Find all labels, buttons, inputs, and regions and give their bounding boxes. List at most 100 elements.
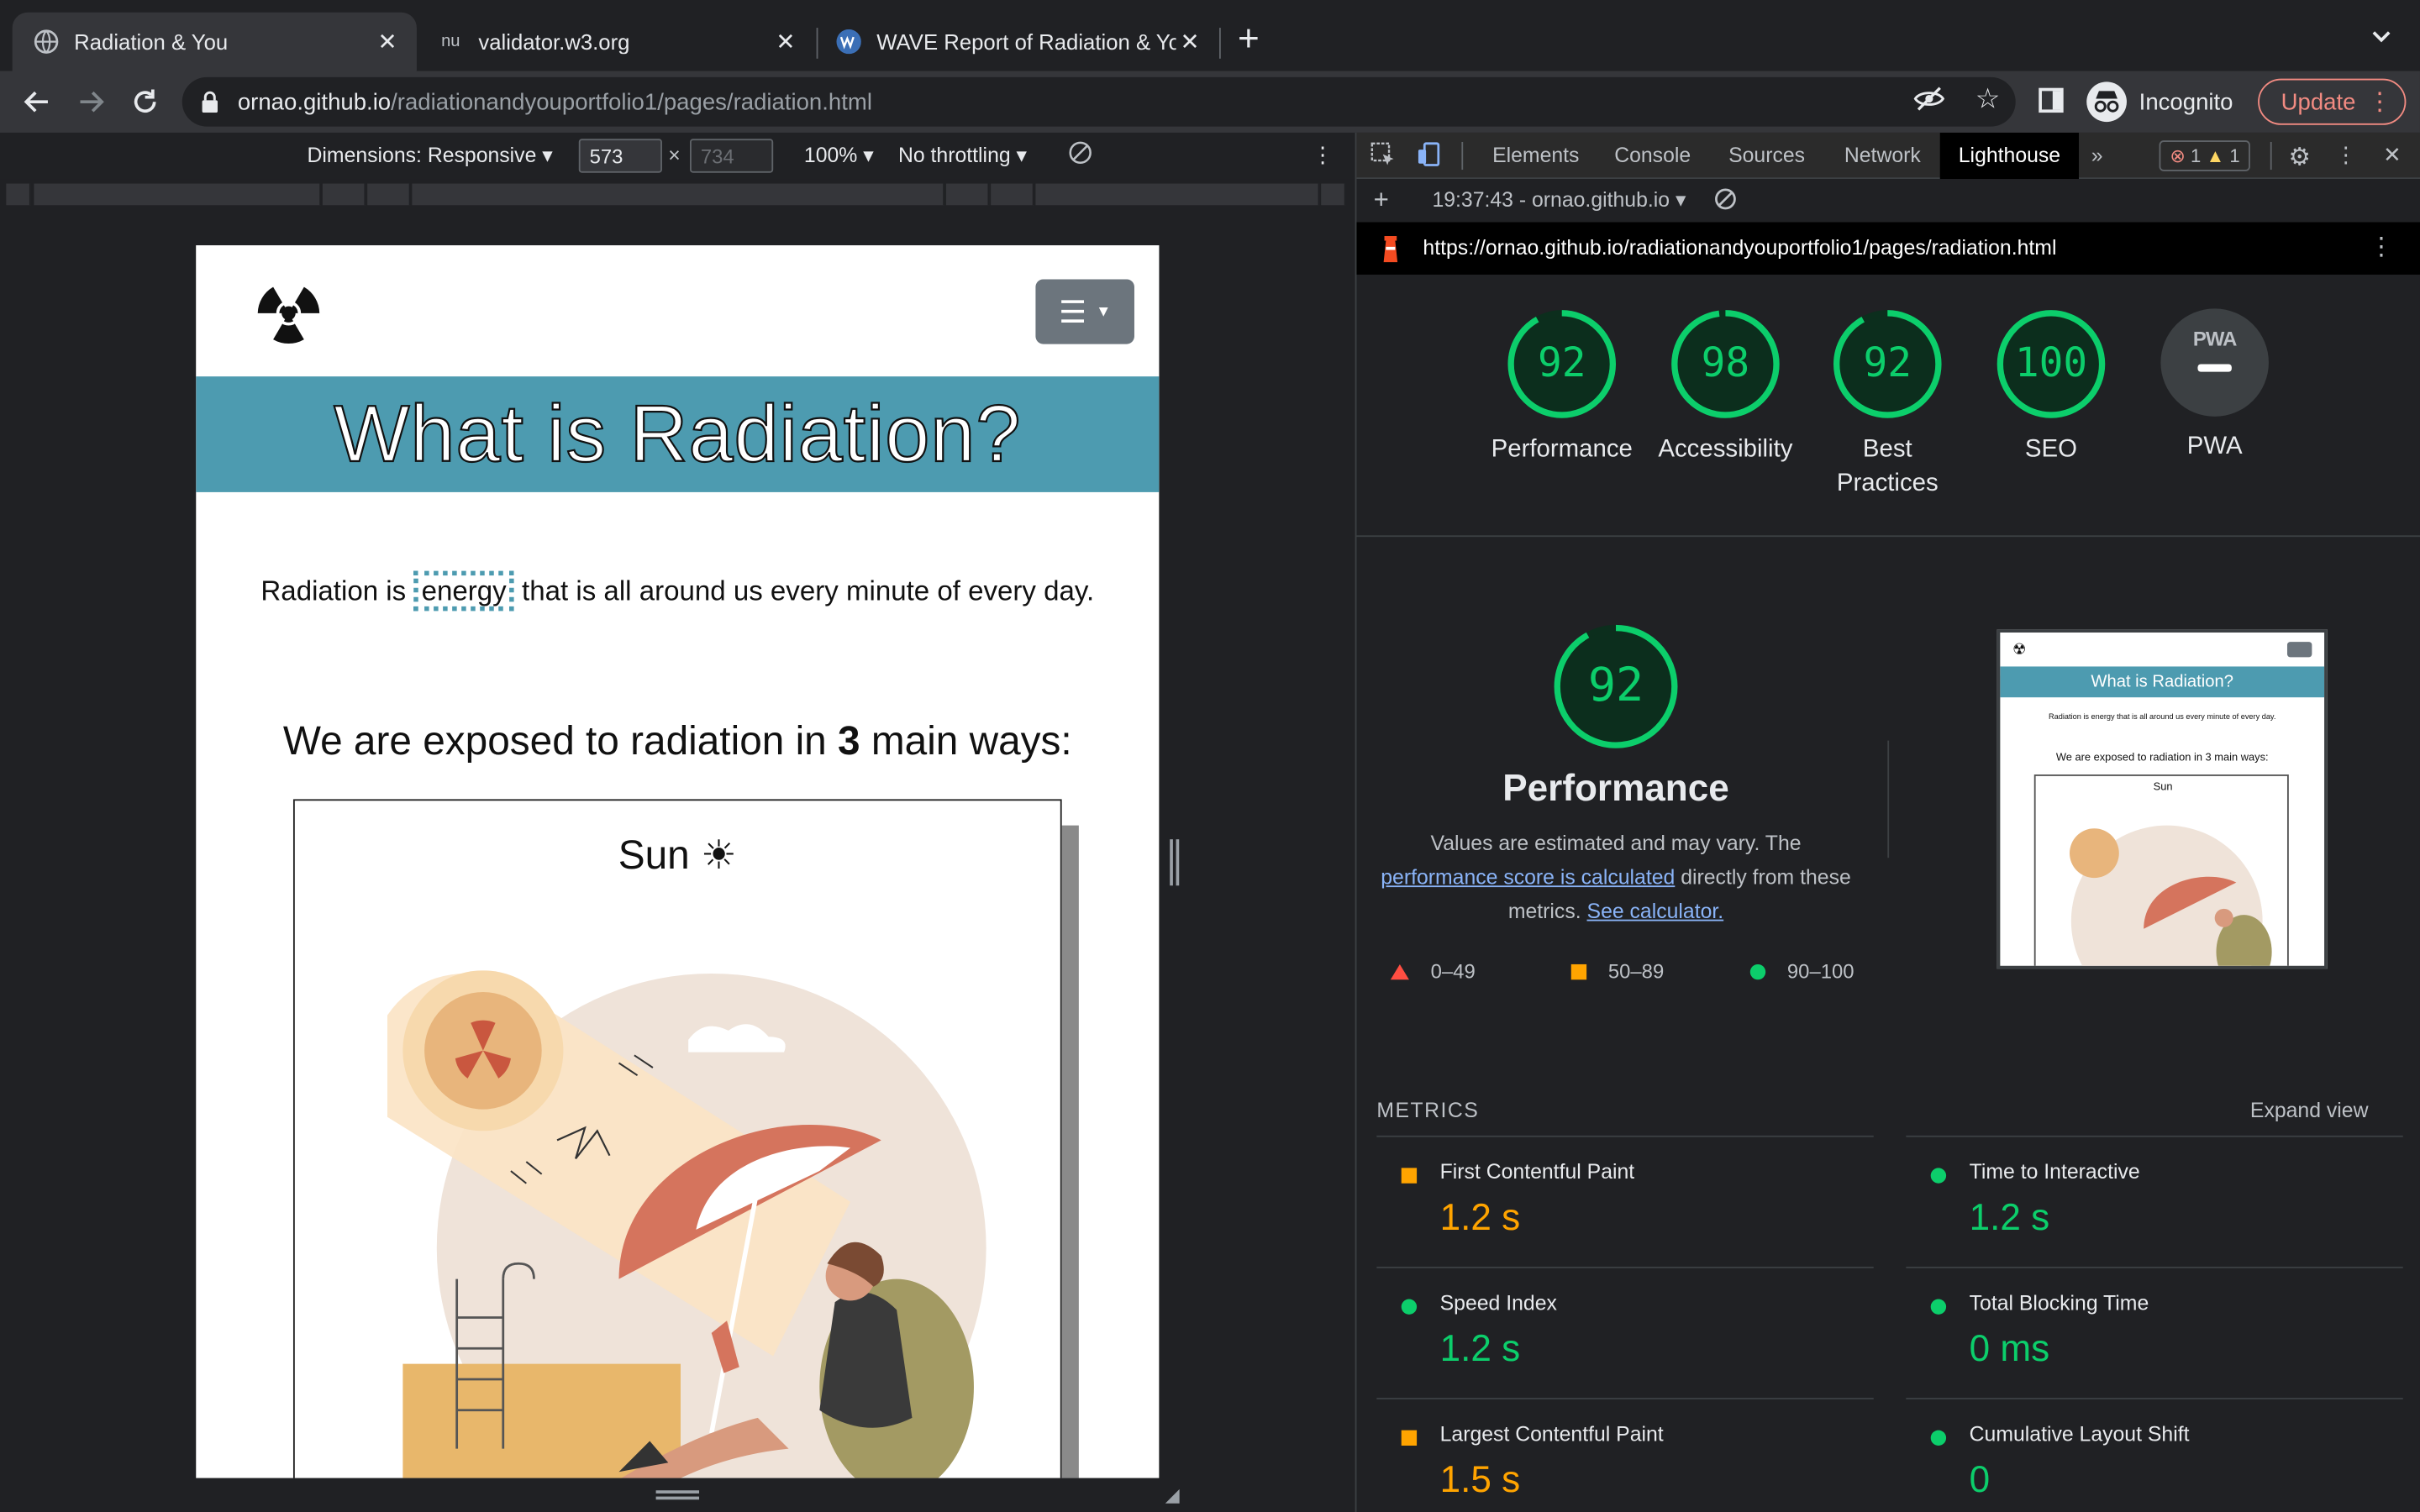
hamburger-icon: ☰: [1059, 295, 1087, 330]
new-report-plus-icon[interactable]: +: [1374, 185, 1389, 216]
tab-lighthouse[interactable]: Lighthouse: [1939, 132, 2080, 180]
metric-speed-index[interactable]: Speed Index 1.2 s: [1376, 1266, 1874, 1398]
gauge-accessibility[interactable]: 98 Accessibility: [1633, 308, 1818, 467]
tab-network[interactable]: Network: [1844, 133, 1921, 179]
metric-cumulative-layout-shift[interactable]: Cumulative Layout Shift 0: [1906, 1398, 2403, 1512]
profile-incognito[interactable]: Incognito: [2086, 81, 2233, 123]
media-query-segment[interactable]: [945, 183, 990, 206]
inspect-element-icon[interactable]: [1369, 142, 1397, 170]
ways-number: 3: [838, 717, 860, 764]
media-query-segment[interactable]: [322, 183, 366, 206]
radiation-logo-icon[interactable]: [251, 276, 325, 350]
energy-tooltip-term[interactable]: energy: [413, 570, 514, 612]
gauge-performance[interactable]: 92 Performance: [1470, 308, 1655, 467]
performance-big-ring: 92: [1553, 623, 1680, 750]
height-input[interactable]: 734: [690, 139, 774, 173]
gauge-best-practices[interactable]: 92 Best Practices: [1795, 308, 1980, 501]
metrics-section: METRICS Expand view First Contentful Pai…: [1356, 1046, 2419, 1512]
gauge-pwa[interactable]: PWA PWA: [2122, 308, 2307, 465]
new-tab-plus-icon[interactable]: +: [1238, 21, 1260, 59]
card-title: Sun ☀: [295, 832, 1060, 879]
performance-section: 92 Performance Values are estimated and …: [1356, 537, 2419, 1046]
ways-text-end: main ways:: [860, 717, 1072, 764]
score-calculated-link[interactable]: performance score is calculated: [1381, 865, 1675, 889]
close-icon[interactable]: ✕: [1176, 28, 1204, 55]
see-calculator-link[interactable]: See calculator.: [1587, 900, 1724, 923]
media-query-segment[interactable]: [6, 183, 31, 206]
green-circle-icon: [1401, 1299, 1418, 1315]
media-query-segment[interactable]: [1321, 183, 1346, 206]
orange-square-icon: [1401, 1430, 1418, 1446]
more-vertical-icon[interactable]: ⋮: [1312, 142, 1334, 168]
card-shadow: [1061, 825, 1079, 1478]
legend-pass: 90–100: [1749, 959, 1854, 983]
nav-menu-button[interactable]: ☰ ▼: [1035, 279, 1134, 344]
update-button[interactable]: Update ⋮: [2258, 78, 2407, 125]
throttling-dropdown[interactable]: No throttling ▾: [898, 144, 1027, 168]
media-query-segment[interactable]: [412, 183, 945, 206]
bookmark-star-icon[interactable]: ☆: [1975, 83, 2001, 116]
report-selector[interactable]: 19:37:43 - ornao.github.io ▾: [1432, 188, 1686, 213]
intro-text-end: that is all around us every minute of ev…: [513, 575, 1095, 606]
media-query-segment[interactable]: [367, 183, 411, 206]
corner-resize-icon[interactable]: ◢: [1165, 1484, 1180, 1506]
tab-validator[interactable]: nu validator.w3.org ✕: [417, 13, 815, 71]
media-query-segment[interactable]: [991, 183, 1034, 206]
error-icon: ⊗: [2170, 144, 2186, 167]
pwa-dash: [2197, 364, 2232, 372]
tab-wave-report[interactable]: WAVE Report of Radiation & Yo ✕: [815, 13, 1219, 71]
forward-arrow-icon[interactable]: [72, 83, 109, 120]
pwa-badge-icon: PWA: [2160, 308, 2269, 417]
tab-elements[interactable]: Elements: [1492, 133, 1579, 179]
metric-largest-contentful-paint[interactable]: Largest Contentful Paint 1.5 s: [1376, 1398, 1874, 1512]
lighthouse-toolbar: + 19:37:43 - ornao.github.io ▾: [1356, 179, 2420, 223]
back-arrow-icon[interactable]: [18, 83, 55, 120]
warning-count: 1: [2229, 144, 2240, 167]
zoom-dropdown[interactable]: 100% ▾: [804, 144, 874, 168]
more-vertical-icon[interactable]: ⋮: [2369, 232, 2393, 263]
zoom-label: 100%: [803, 143, 858, 167]
ways-text-start: We are exposed to radiation in: [282, 717, 839, 764]
metric-total-blocking-time[interactable]: Total Blocking Time 0 ms: [1906, 1266, 2403, 1398]
media-query-segment[interactable]: [34, 183, 322, 206]
sun-card[interactable]: Sun ☀: [292, 799, 1062, 1478]
issues-badge[interactable]: ⊗ 1 ▲ 1: [2159, 140, 2251, 171]
gauge-seo[interactable]: 100 SEO: [1959, 308, 2144, 467]
expand-view-toggle[interactable]: Expand view: [2250, 1099, 2369, 1122]
close-icon[interactable]: ✕: [771, 28, 799, 55]
dimensions-dropdown[interactable]: Dimensions: Responsive ▾: [308, 144, 553, 168]
device-viewport: ☰ ▼ What is Radiation? Radiation is energ…: [0, 207, 1355, 1512]
metric-time-to-interactive[interactable]: Time to Interactive 1.2 s: [1906, 1135, 2403, 1267]
radiation-logo-icon: ☢: [2012, 642, 2027, 659]
rotate-icon[interactable]: [1068, 140, 1092, 170]
address-bar[interactable]: ornao.github.io/radiationandyouportfolio…: [182, 76, 2016, 127]
final-screenshot-thumbnail[interactable]: ☢ What is Radiation? Radiation is energy…: [1996, 629, 2328, 969]
clear-block-icon[interactable]: [1715, 188, 1737, 214]
close-icon[interactable]: ✕: [2378, 142, 2406, 170]
settings-gear-icon[interactable]: ⚙: [2286, 142, 2313, 171]
bottom-resize-handle[interactable]: [655, 1490, 700, 1500]
more-vertical-icon[interactable]: ⋮: [2332, 142, 2360, 170]
media-query-segment[interactable]: [1035, 183, 1320, 206]
gauge-label: Accessibility: [1658, 436, 1793, 464]
score-ring: 98: [1670, 308, 1781, 419]
report-url[interactable]: https://ornao.github.io/radiationandyoup…: [1423, 236, 2056, 260]
device-toggle-icon[interactable]: [1415, 142, 1443, 170]
score-value: 100: [2014, 340, 2088, 388]
side-panel-icon[interactable]: [2039, 87, 2064, 113]
width-input[interactable]: 573: [578, 139, 662, 173]
eye-off-icon[interactable]: [1913, 87, 1945, 119]
right-resize-handle[interactable]: [1170, 839, 1180, 886]
tab-radiation-and-you[interactable]: Radiation & You ✕: [12, 12, 417, 71]
reload-icon[interactable]: [127, 83, 164, 120]
metric-first-contentful-paint[interactable]: First Contentful Paint 1.2 s: [1376, 1135, 1874, 1267]
chevron-down-icon[interactable]: [2370, 24, 2392, 49]
throttling-label: No throttling: [897, 143, 1011, 167]
sunbathing-illustration: [371, 970, 1005, 1478]
tab-console[interactable]: Console: [1614, 133, 1691, 179]
legend-label: 50–89: [1607, 959, 1665, 983]
more-tabs-icon[interactable]: »: [2091, 133, 2103, 179]
thumb-ways: We are exposed to radiation in 3 main wa…: [2055, 753, 2269, 764]
tab-sources[interactable]: Sources: [1728, 133, 1805, 179]
close-icon[interactable]: ✕: [373, 28, 401, 55]
